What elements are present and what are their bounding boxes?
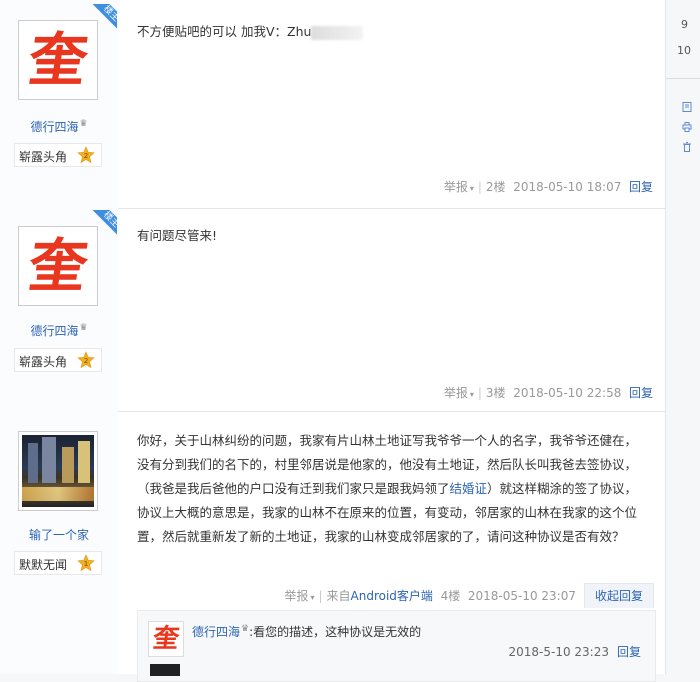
post-text-line: 协议上大概的意思是，我家的山林不在原来的位置，有变动，邻居家的山林在我家的这个位 — [137, 505, 638, 520]
post-time: 2018-05-10 18:07 — [513, 180, 622, 194]
post-text-line: （我爸是我后爸他的户口没有迁到我们家只是跟我妈领了结婚证）就这样糊涂的签了协议， — [137, 481, 638, 496]
floor-number: 3楼 — [485, 386, 506, 400]
author-name[interactable]: 德行四海♛ — [0, 118, 118, 135]
post-text: 不方便贴吧的可以 加我V：Zhu — [137, 24, 312, 39]
trash-icon[interactable] — [682, 142, 692, 152]
level-title: 崭露头角 — [19, 150, 68, 164]
level-badge[interactable]: 崭露头角 2 — [14, 348, 102, 372]
next-sub-reply-avatar — [150, 664, 180, 676]
blurred-text — [311, 25, 364, 40]
louzhu-badge: 楼主 — [91, 4, 117, 30]
report-button[interactable]: 举报 ▾ — [444, 386, 474, 400]
post-text-line: 置，然后就重新发了新的土地证，我家的山林变成邻居家的了，请问这种协议是否有效？ — [137, 529, 625, 544]
post-content: 不方便贴吧的可以 加我V：Zhu — [137, 20, 364, 44]
avatar-image: 奎 — [22, 230, 94, 302]
avatar-image: 奎 — [22, 24, 94, 96]
author-sidebar: 输了一个家 默默无闻 1 — [0, 411, 118, 674]
post-tail: 举报 ▾ | 3楼 2018-05-10 22:58 回复 — [443, 386, 653, 400]
level-badge[interactable]: 崭露头角 2 — [14, 143, 102, 167]
sub-reply-avatar[interactable]: 奎 — [148, 621, 184, 657]
level-title: 崭露头角 — [19, 355, 68, 369]
level-star-icon: 2 — [77, 351, 95, 369]
louzhu-badge-label: 楼主 — [92, 4, 117, 30]
post-floor-3: 奎 楼主 德行四海♛ 崭露头角 2 有问题尽管来! 举报 ▾ | 3楼 2018-05… — [0, 208, 665, 412]
crown-icon: ♛ — [79, 119, 88, 129]
post-tail: 举报 ▾ | 来自Android客户端 4楼 2018-05-10 23:07 收起回复 — [284, 583, 654, 608]
post-text: 有问题尽管来! — [137, 228, 218, 243]
author-name-text[interactable]: 输了一个家 — [29, 528, 89, 542]
doc-icon[interactable] — [682, 102, 692, 112]
sub-reply-meta: 2018-5-10 23:23 回复 — [508, 643, 641, 660]
caret-down-icon: ▾ — [469, 184, 474, 193]
post-content: 有问题尽管来! — [137, 224, 217, 248]
sub-reply-button[interactable]: 回复 — [617, 645, 641, 659]
author-sidebar: 奎 楼主 德行四海♛ 崭露头角 2 — [0, 208, 118, 411]
post-time: 2018-05-10 23:07 — [467, 589, 576, 603]
sub-reply-text: 德行四海♛:看您的描述，这种协议是无效的 — [192, 623, 421, 640]
crown-icon: ♛ — [79, 323, 88, 333]
right-rail: 9 10 — [666, 0, 700, 674]
level-number: 2 — [84, 356, 89, 365]
author-name-text[interactable]: 德行四海 — [30, 324, 78, 338]
level-number: 1 — [84, 559, 89, 568]
sub-reply-box: 奎 德行四海♛:看您的描述，这种协议是无效的 2018-5-10 23:23 回复 — [137, 610, 656, 682]
level-star-icon: 1 — [77, 554, 95, 572]
report-button[interactable]: 举报 ▾ — [284, 589, 314, 603]
avatar-seal-glyph: 奎 — [24, 26, 92, 94]
level-title: 默默无闻 — [19, 558, 68, 572]
print-icon[interactable] — [682, 122, 692, 132]
avatar[interactable]: 奎 — [18, 226, 98, 306]
sub-reply-author[interactable]: 德行四海 — [192, 625, 240, 639]
caret-down-icon: ▾ — [310, 593, 315, 602]
avatar-image — [22, 435, 94, 507]
author-name[interactable]: 德行四海♛ — [0, 322, 118, 339]
level-star-icon: 2 — [77, 146, 95, 164]
crown-icon: ♛ — [241, 624, 250, 634]
post-content: 你好，关于山林纠纷的问题，我家有片山林土地证写我爷爷一个人的名字，我爷爷还健在，… — [137, 429, 647, 549]
caret-down-icon: ▾ — [469, 390, 474, 399]
rail-number[interactable]: 10 — [677, 44, 691, 57]
level-badge[interactable]: 默默无闻 1 — [14, 551, 102, 575]
reply-button[interactable]: 回复 — [629, 180, 653, 194]
avatar-seal-glyph: 奎 — [150, 624, 182, 654]
avatar[interactable] — [18, 431, 98, 511]
floor-number: 2楼 — [485, 180, 506, 194]
author-sidebar: 奎 楼主 德行四海♛ 崭露头角 2 — [0, 0, 118, 208]
avatar-seal-glyph: 奎 — [24, 232, 92, 300]
avatar[interactable]: 奎 — [18, 20, 98, 100]
author-name-text[interactable]: 德行四海 — [30, 120, 78, 134]
rail-number[interactable]: 9 — [681, 18, 688, 31]
louzhu-badge: 楼主 — [91, 210, 117, 236]
sub-reply-time: 2018-5-10 23:23 — [508, 645, 609, 659]
android-client-link[interactable]: Android客户端 — [351, 589, 433, 603]
city-night-photo — [22, 435, 94, 507]
post-time: 2018-05-10 22:58 — [513, 386, 622, 400]
post-tail: 举报 ▾ | 2楼 2018-05-10 18:07 回复 — [443, 180, 653, 194]
keyword-link[interactable]: 结婚证 — [450, 481, 488, 496]
source-prefix: 来自 — [326, 589, 351, 603]
report-button[interactable]: 举报 ▾ — [444, 180, 474, 194]
level-number: 2 — [84, 151, 89, 160]
author-name[interactable]: 输了一个家 — [0, 526, 118, 543]
thread-main: 奎 楼主 德行四海♛ 崭露头角 2 不方便贴吧的可以 加我V：Zhu 举报 ▾ | 2… — [0, 0, 666, 682]
collapse-reply-button[interactable]: 收起回复 — [583, 583, 654, 608]
post-text-line: 你好，关于山林纠纷的问题，我家有片山林土地证写我爷爷一个人的名字，我爷爷还健在， — [137, 433, 638, 448]
louzhu-badge-label: 楼主 — [92, 210, 117, 236]
sub-reply-content: :看您的描述，这种协议是无效的 — [249, 625, 422, 639]
floor-number: 4楼 — [440, 589, 461, 603]
rail-divider — [666, 78, 700, 79]
reply-button[interactable]: 回复 — [629, 386, 653, 400]
post-floor-2: 奎 楼主 德行四海♛ 崭露头角 2 不方便贴吧的可以 加我V：Zhu 举报 ▾ | 2… — [0, 0, 665, 209]
post-text-line: 没有分到我们的名下的，村里邻居说是他家的，他没有土地证，然后队长叫我爸去签协议， — [137, 457, 638, 472]
